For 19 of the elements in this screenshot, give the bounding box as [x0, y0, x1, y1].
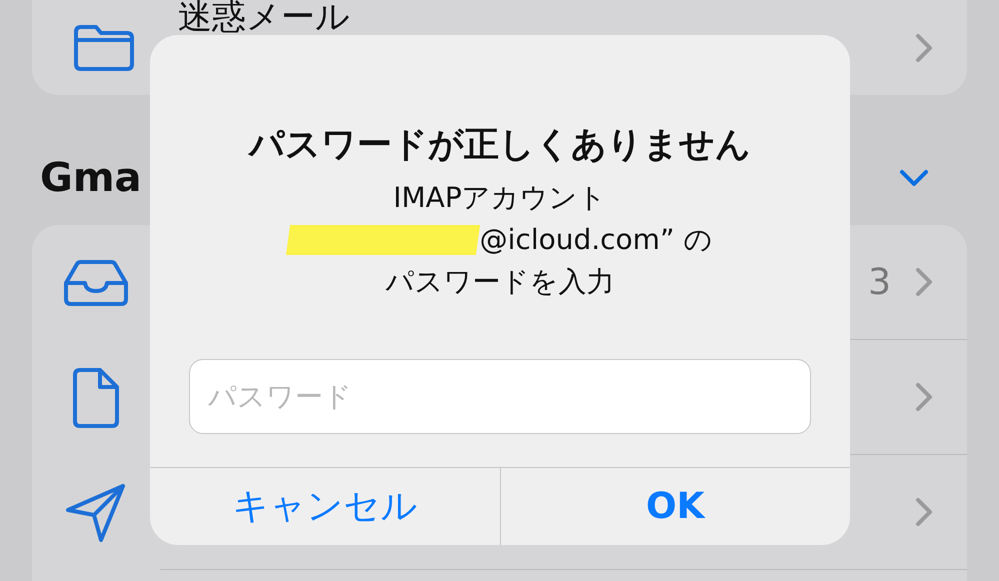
dialog-message: IMAPアカウント [393, 180, 607, 216]
unread-count: 3 [868, 262, 891, 302]
chevron-right-icon [915, 267, 933, 297]
dialog-title: パスワードが正しくありません [249, 124, 751, 167]
chevron-right-icon [915, 382, 933, 412]
dialog-message: @icloud.com” の [480, 222, 712, 258]
paper-plane-icon [65, 482, 127, 544]
password-field[interactable]: パスワード [189, 359, 811, 434]
mailbox-label[interactable]: 迷惑メール [178, 0, 873, 34]
folder-icon [72, 24, 136, 72]
section-title: Gma [40, 155, 142, 201]
chevron-down-icon [899, 169, 929, 187]
chevron-right-icon [915, 497, 933, 527]
cancel-button[interactable]: キャンセル [150, 468, 500, 545]
document-icon [72, 366, 120, 428]
chevron-right-icon [915, 32, 933, 62]
ok-button[interactable]: OK [500, 468, 850, 545]
inbox-tray-icon [63, 258, 129, 306]
dialog-message: パスワードを入力 [386, 264, 614, 300]
